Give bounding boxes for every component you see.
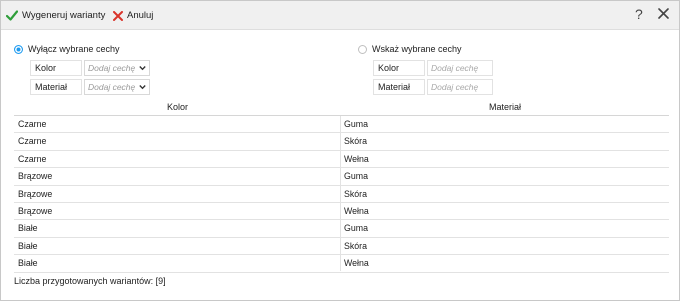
- include-features-option[interactable]: Wskaż wybrane cechy: [358, 44, 462, 54]
- cell-kolor: Białe: [18, 258, 38, 269]
- table-row[interactable]: Czarne Skóra: [14, 133, 669, 151]
- table-row[interactable]: Czarne Wełna: [14, 151, 669, 169]
- cell-material: Wełna: [344, 258, 369, 269]
- cell-material: Skóra: [344, 240, 367, 251]
- table-row[interactable]: Białe Skóra: [14, 238, 669, 256]
- cell-material: Wełna: [344, 153, 369, 164]
- cell-material: Guma: [344, 223, 368, 234]
- include-kolor-row: Kolor Dodaj cechę: [373, 60, 493, 76]
- generate-variants-label: Wygeneruj warianty: [22, 10, 106, 21]
- close-x-icon: [113, 10, 123, 21]
- table-row[interactable]: Czarne Guma: [14, 116, 669, 134]
- checkmark-icon: [6, 10, 18, 21]
- table-row[interactable]: Białe Wełna: [14, 255, 669, 273]
- cell-kolor: Białe: [18, 240, 38, 251]
- include-features-radio[interactable]: [358, 44, 367, 54]
- variant-generator-dialog: Wygeneruj warianty Anuluj ? Wyłącz wybra…: [0, 0, 680, 301]
- exclude-features-option[interactable]: Wyłącz wybrane cechy: [14, 44, 119, 54]
- exclude-kolor-label: Kolor: [30, 60, 82, 76]
- help-button[interactable]: ?: [635, 6, 643, 22]
- column-header-material[interactable]: Materiał: [341, 102, 669, 112]
- table-row[interactable]: Białe Guma: [14, 220, 669, 238]
- include-material-input[interactable]: Dodaj cechę: [427, 79, 493, 95]
- exclude-material-placeholder: Dodaj cechę: [88, 82, 136, 92]
- variants-table: Czarne Guma Czarne Skóra Czarne Wełna Br…: [14, 115, 669, 273]
- column-header-kolor[interactable]: Kolor: [14, 102, 341, 112]
- cell-kolor: Brązowe: [18, 188, 53, 199]
- include-material-row: Materiał Dodaj cechę: [373, 79, 493, 95]
- cell-material: Wełna: [344, 205, 369, 216]
- table-header: Kolor Materiał: [14, 102, 669, 114]
- cell-kolor: Brązowe: [18, 205, 53, 216]
- exclude-material-row: Materiał Dodaj cechę: [30, 79, 150, 95]
- chevron-down-icon: [139, 85, 146, 90]
- cell-material: Skóra: [344, 188, 367, 199]
- generate-variants-button[interactable]: Wygeneruj warianty: [6, 7, 105, 24]
- exclude-material-select[interactable]: Dodaj cechę: [84, 79, 150, 95]
- cell-material: Guma: [344, 171, 368, 182]
- cell-kolor: Czarne: [18, 153, 47, 164]
- close-dialog-button[interactable]: [658, 8, 669, 21]
- cancel-button[interactable]: Anuluj: [113, 7, 153, 24]
- table-row[interactable]: Brązowe Guma: [14, 168, 669, 186]
- cancel-label: Anuluj: [127, 10, 154, 21]
- table-row[interactable]: Brązowe Skóra: [14, 186, 669, 203]
- exclude-kolor-row: Kolor Dodaj cechę: [30, 60, 150, 76]
- include-features-label: Wskaż wybrane cechy: [372, 44, 462, 54]
- cell-kolor: Białe: [18, 223, 38, 234]
- exclude-material-label: Materiał: [30, 79, 82, 95]
- exclude-kolor-placeholder: Dodaj cechę: [88, 63, 136, 73]
- cell-kolor: Czarne: [18, 119, 47, 129]
- include-material-label: Materiał: [373, 79, 425, 95]
- include-kolor-label: Kolor: [373, 60, 425, 76]
- cell-material: Skóra: [344, 136, 367, 147]
- exclude-features-label: Wyłącz wybrane cechy: [28, 44, 120, 54]
- close-icon: [658, 8, 669, 19]
- variant-count-status: Liczba przygotowanych wariantów: [9]: [14, 276, 166, 286]
- table-row[interactable]: Brązowe Wełna: [14, 203, 669, 221]
- cell-kolor: Czarne: [18, 136, 47, 147]
- cell-kolor: Brązowe: [18, 171, 53, 182]
- toolbar: Wygeneruj warianty Anuluj ?: [1, 1, 679, 30]
- cell-material: Guma: [344, 119, 368, 129]
- include-kolor-input[interactable]: Dodaj cechę: [427, 60, 493, 76]
- chevron-down-icon: [139, 66, 146, 71]
- exclude-features-radio[interactable]: [14, 44, 23, 54]
- exclude-kolor-select[interactable]: Dodaj cechę: [84, 60, 150, 76]
